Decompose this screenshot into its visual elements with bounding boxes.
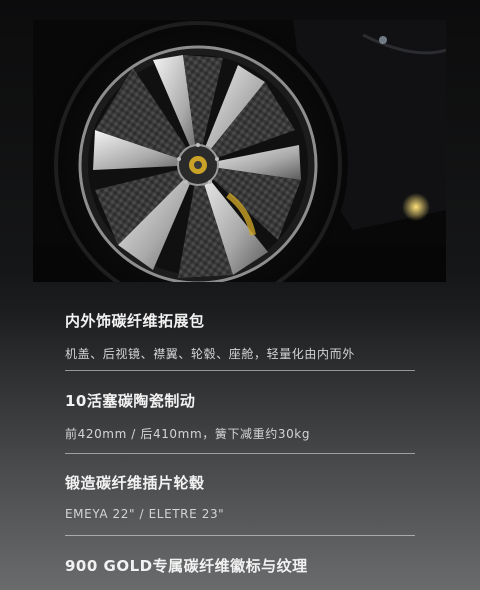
page: 内外饰碳纤维拓展包 机盖、后视镜、襟翼、轮毂、座舱，轻量化由内而外 10活塞碳陶… (0, 0, 480, 590)
feature-item: 900 GOLD专属碳纤维徽标与纹理 (65, 555, 415, 576)
feature-title: 锻造碳纤维插片轮毂 (65, 474, 205, 492)
divider (65, 453, 415, 454)
feature-title: 内外饰碳纤维拓展包 (65, 312, 205, 330)
feature-desc: 机盖、后视镜、襟翼、轮毂、座舱，轻量化由内而外 (65, 347, 355, 361)
feature-desc: EMEYA 22" / ELETRE 23" (65, 507, 225, 521)
hero-wheel-image (33, 20, 446, 282)
divider (65, 370, 415, 371)
feature-item: 内外饰碳纤维拓展包 机盖、后视镜、襟翼、轮毂、座舱，轻量化由内而外 (65, 310, 415, 362)
feature-list: 内外饰碳纤维拓展包 机盖、后视镜、襟翼、轮毂、座舱，轻量化由内而外 10活塞碳陶… (0, 282, 480, 590)
feature-title: 900 GOLD专属碳纤维徽标与纹理 (65, 557, 308, 575)
feature-item: 10活塞碳陶瓷制动 前420mm / 后410mm，簧下减重约30kg (65, 390, 415, 442)
feature-title: 10活塞碳陶瓷制动 (65, 392, 196, 410)
feature-item: 锻造碳纤维插片轮毂 EMEYA 22" / ELETRE 23" (65, 472, 415, 521)
divider (65, 535, 415, 536)
feature-desc: 前420mm / 后410mm，簧下减重约30kg (65, 427, 311, 441)
wheel-illustration (33, 20, 446, 282)
ground-light-glow (402, 193, 430, 221)
